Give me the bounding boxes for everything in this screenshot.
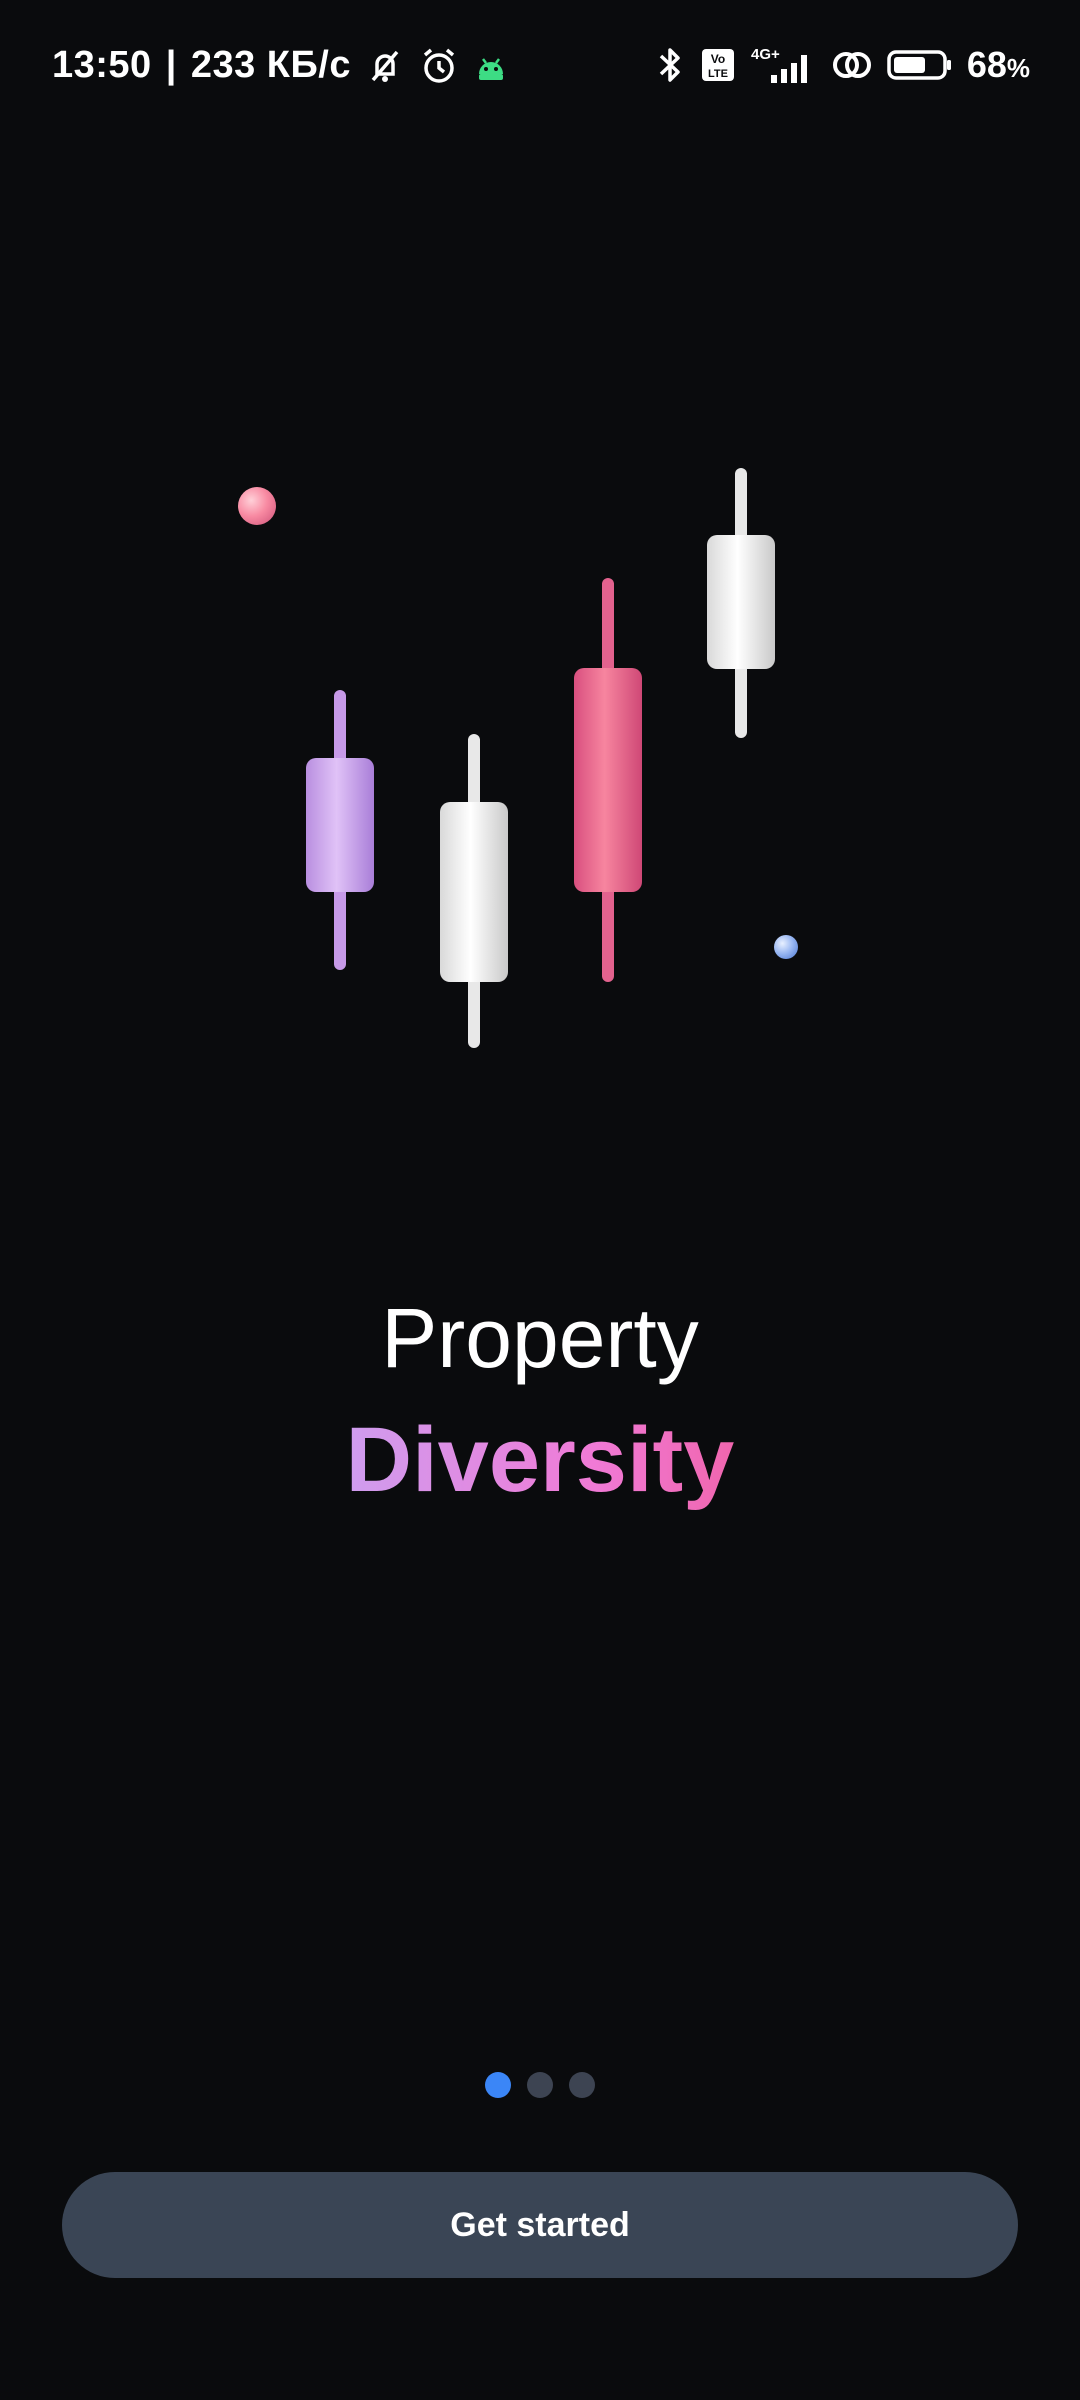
battery-icon bbox=[887, 47, 953, 83]
alarm-icon bbox=[419, 46, 459, 86]
candle-white-right bbox=[707, 468, 775, 738]
get-started-button[interactable]: Get started bbox=[62, 2172, 1018, 2278]
page-dot-3[interactable] bbox=[569, 2072, 595, 2098]
page-dot-1[interactable] bbox=[485, 2072, 511, 2098]
svg-text:Vo: Vo bbox=[711, 52, 725, 66]
svg-text:LTE: LTE bbox=[708, 68, 728, 80]
status-bar: 13:50 | 233 КБ/с Vo LTE 4G+ 68% bbox=[0, 0, 1080, 130]
onboarding-title-highlight: Diversity bbox=[0, 1408, 1080, 1513]
candle-pink bbox=[574, 578, 642, 982]
status-time: 13:50 bbox=[52, 44, 152, 86]
svg-text:4G+: 4G+ bbox=[751, 46, 780, 63]
decor-ball-blue bbox=[774, 935, 798, 959]
status-speed: 233 КБ/с bbox=[190, 44, 351, 86]
page-indicator bbox=[0, 2072, 1080, 2098]
signal-icon: 4G+ bbox=[749, 45, 817, 85]
bluetooth-icon bbox=[653, 45, 687, 85]
candlestick-graphic bbox=[238, 468, 798, 1048]
volte-icon: Vo LTE bbox=[701, 48, 735, 82]
decor-ball-pink bbox=[238, 487, 276, 525]
candle-purple bbox=[306, 690, 374, 970]
onboarding-title: Property bbox=[381, 1291, 699, 1385]
status-right: Vo LTE 4G+ 68% bbox=[653, 44, 1030, 86]
status-left: 13:50 | 233 КБ/с bbox=[52, 44, 509, 87]
mute-icon bbox=[365, 46, 405, 86]
candlestick-illustration bbox=[0, 380, 1080, 1100]
status-separator: | bbox=[165, 44, 177, 86]
candle-white-left bbox=[440, 734, 508, 1048]
link-icon bbox=[831, 45, 873, 85]
page-dot-2[interactable] bbox=[527, 2072, 553, 2098]
battery-percent: 68% bbox=[966, 44, 1030, 85]
android-icon bbox=[473, 48, 509, 84]
